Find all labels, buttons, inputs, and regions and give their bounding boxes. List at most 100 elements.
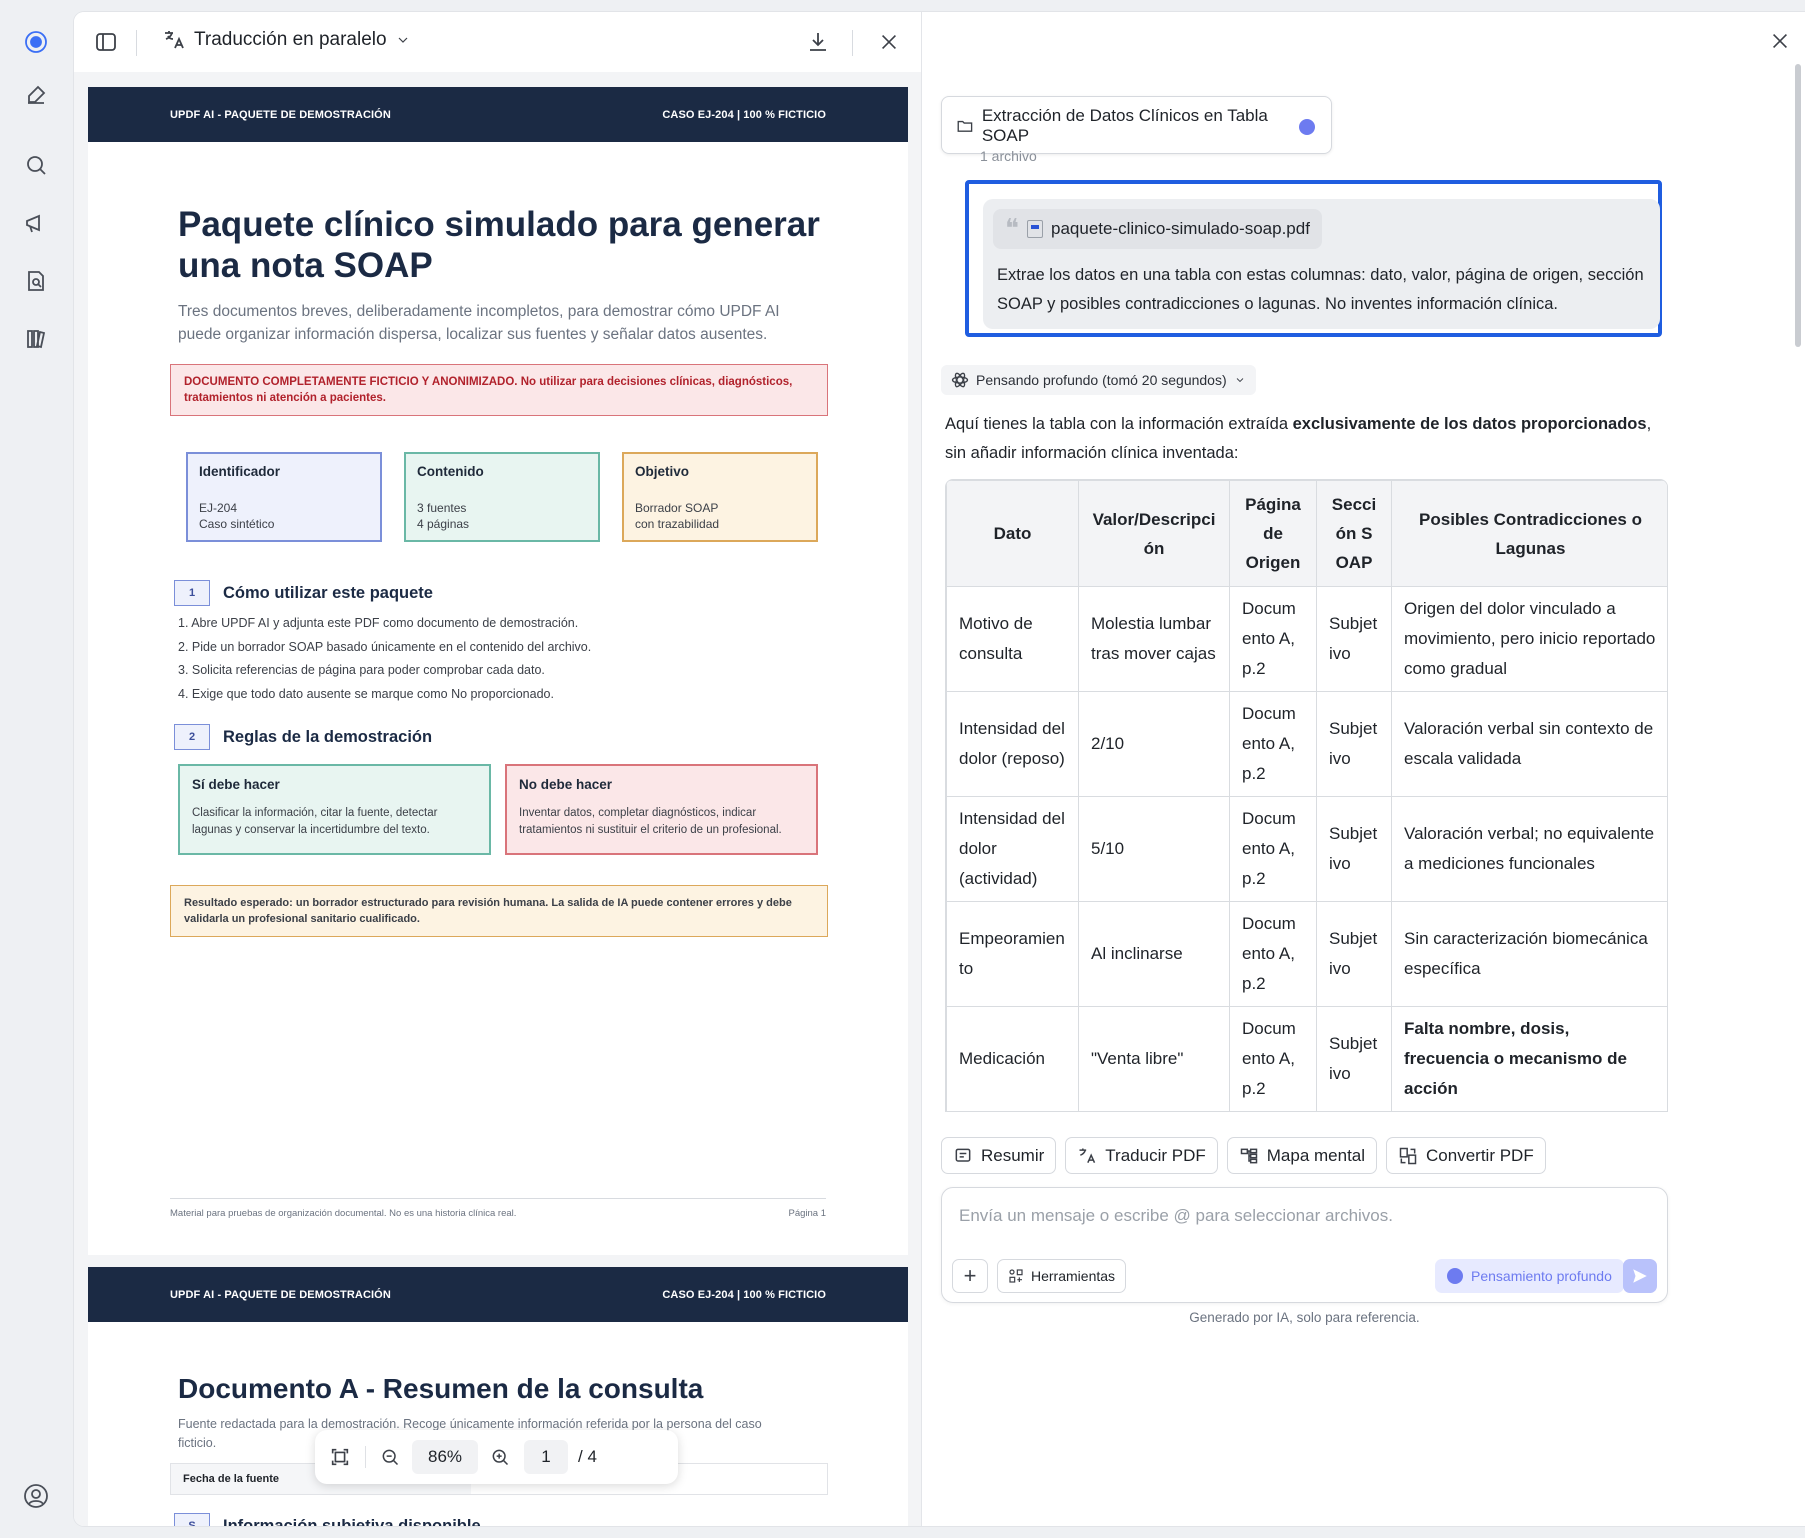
- translate-label: Traducción en paralelo: [194, 29, 387, 50]
- pdf-page-2: UPDF AI - PAQUETE DE DEMOSTRACIÓN CASO E…: [88, 1267, 908, 1526]
- send-icon: [1633, 1269, 1647, 1283]
- library-icon[interactable]: [21, 324, 51, 354]
- translate-dropdown[interactable]: Traducción en paralelo: [162, 28, 411, 52]
- card-contenido: Contenido 3 fuentes 4 páginas: [404, 452, 600, 542]
- sidebar-toggle-icon[interactable]: [94, 30, 120, 56]
- edit-icon[interactable]: [21, 80, 51, 110]
- table-cell: Subjetivo: [1316, 586, 1392, 692]
- action-label: Resumir: [981, 1145, 1045, 1165]
- rules-boxes: Sí debe hacer Clasificar la información,…: [178, 764, 820, 855]
- section-heading: 1 Cómo utilizar este paquete: [174, 580, 908, 606]
- ai-disclaimer: Generado por IA, solo para referencia.: [1189, 1310, 1420, 1325]
- zoom-divider: [365, 1446, 366, 1468]
- table-cell: Documento A, p.2: [1229, 1006, 1317, 1111]
- page-number: Página 1: [788, 1208, 826, 1219]
- table-cell: Documento A, p.2: [1229, 901, 1317, 1007]
- fit-page-icon[interactable]: [329, 1446, 351, 1468]
- zoom-toolbar: 86% 1 / 4: [315, 1430, 678, 1484]
- user-prompt-text: Extrae los datos en una tabla con estas …: [997, 266, 1644, 313]
- action-label: Traducir PDF: [1105, 1145, 1206, 1165]
- add-attachment-button[interactable]: +: [952, 1259, 988, 1293]
- table-cell: Intensidad del dolor (reposo): [946, 691, 1079, 797]
- mind-map-button[interactable]: Mapa mental: [1226, 1137, 1378, 1174]
- section-number: S: [174, 1513, 210, 1526]
- section-heading: S Información subjetiva disponible: [174, 1513, 908, 1526]
- section-title: Cómo utilizar este paquete: [223, 583, 433, 602]
- table-cell: Subjetivo: [1316, 691, 1392, 797]
- message-composer[interactable]: Envía un mensaje o escribe @ para selecc…: [941, 1187, 1668, 1303]
- table-cell: Subjetivo: [1316, 796, 1392, 902]
- page-title: Documento A - Resumen de la consulta: [178, 1373, 704, 1404]
- table-cell: Documento A, p.2: [1229, 586, 1317, 692]
- rule-text: Clasificar la información, citar la fuen…: [192, 807, 438, 836]
- page-header-left: UPDF AI - PAQUETE DE DEMOSTRACIÓN: [170, 1288, 391, 1301]
- table-cell: Falta nombre, dosis, frecuencia o mecani…: [1391, 1006, 1667, 1111]
- table-cell: Intensidad del dolor (actividad): [946, 796, 1079, 902]
- close-pdf-icon[interactable]: [878, 31, 900, 58]
- table-cell: 2/10: [1078, 691, 1230, 797]
- task-title: Extracción de Datos Clínicos en Tabla SO…: [981, 106, 1268, 145]
- user-avatar-icon[interactable]: [21, 1481, 51, 1511]
- table-row: Motivo de consulta Molestia lumbar tras …: [946, 586, 1667, 692]
- page-header-right: CASO EJ-204 | 100 % FICTICIO: [662, 108, 826, 121]
- rule-do-box: Sí debe hacer Clasificar la información,…: [178, 764, 491, 855]
- result-banner: Resultado esperado: un borrador estructu…: [170, 885, 828, 937]
- pdf-viewer-pane: Traducción en paralelo UPDF AI - PAQUETE…: [74, 12, 922, 1526]
- app-logo-icon[interactable]: [21, 27, 51, 57]
- tools-button[interactable]: Herramientas: [997, 1259, 1127, 1293]
- download-icon[interactable]: [806, 30, 830, 59]
- task-subtitle: 1 archivo: [980, 148, 1037, 164]
- zoom-in-icon[interactable]: [490, 1447, 510, 1467]
- card-line: con trazabilidad: [635, 517, 720, 531]
- column-header: Posibles Contradicciones o Lagunas: [1391, 480, 1667, 587]
- card-objetivo: Objetivo Borrador SOAP con trazabilidad: [622, 452, 818, 542]
- toolbar-divider: [852, 30, 853, 56]
- answer-text: Aquí tienes la tabla con la información …: [945, 415, 1293, 433]
- table-cell: Documento A, p.2: [1229, 796, 1317, 902]
- table-cell: Motivo de consulta: [946, 586, 1079, 692]
- section-number: 1: [174, 580, 210, 606]
- table-row: Empeoramiento Al inclinarse Documento A,…: [946, 901, 1667, 1007]
- message-input[interactable]: Envía un mensaje o escribe @ para selecc…: [959, 1206, 1393, 1226]
- rule-title: Sí debe hacer: [192, 777, 280, 792]
- folder-icon: [957, 120, 973, 132]
- search-icon[interactable]: [21, 150, 51, 180]
- scrollbar[interactable]: [1795, 64, 1801, 347]
- close-chat-icon[interactable]: [1769, 30, 1791, 57]
- card-line: 3 fuentes: [417, 501, 467, 515]
- send-button[interactable]: [1623, 1259, 1657, 1293]
- tools-label: Herramientas: [1031, 1268, 1116, 1284]
- table-cell: Subjetivo: [1316, 1006, 1392, 1111]
- ai-chat-pane: Extracción de Datos Clínicos en Tabla SO…: [923, 12, 1805, 1526]
- table-cell: Origen del dolor vinculado a movimiento,…: [1391, 586, 1667, 692]
- page-number-input[interactable]: 1: [524, 1440, 568, 1474]
- zoom-level[interactable]: 86%: [412, 1440, 478, 1474]
- zoom-out-icon[interactable]: [380, 1447, 400, 1467]
- table-cell: 5/10: [1078, 796, 1230, 902]
- attached-file-chip[interactable]: ❝ paquete-clinico-simulado-soap.pdf: [993, 209, 1322, 249]
- summarize-icon: [955, 1148, 971, 1162]
- document-search-icon[interactable]: [21, 266, 51, 296]
- thinking-toggle[interactable]: Pensando profundo (tomó 20 segundos): [941, 365, 1256, 395]
- chevron-down-icon: [398, 37, 408, 43]
- summarize-button[interactable]: Resumir: [941, 1137, 1057, 1174]
- card-title: Identificador: [199, 464, 281, 479]
- table-cell: Sin caracterización biomecánica específi…: [1391, 901, 1667, 1007]
- card-identificador: Identificador EJ-204 Caso sintético: [186, 452, 382, 542]
- convert-pdf-button[interactable]: Convertir PDF: [1386, 1137, 1546, 1174]
- translate-pdf-button[interactable]: Traducir PDF: [1065, 1137, 1218, 1174]
- table-row: Intensidad del dolor (reposo) 2/10 Docum…: [946, 691, 1667, 797]
- task-card[interactable]: Extracción de Datos Clínicos en Tabla SO…: [941, 96, 1332, 164]
- steps-list: 1. Abre UPDF AI y adjunta este PDF como …: [178, 612, 908, 706]
- megaphone-icon[interactable]: [21, 208, 51, 238]
- toolbar-divider: [136, 30, 137, 56]
- list-item: 4. Exige que todo dato ausente se marque…: [178, 686, 554, 701]
- list-item: 2. Pide un borrador SOAP basado únicamen…: [178, 639, 592, 654]
- chevron-down-icon: [1236, 378, 1243, 383]
- deep-thinking-toggle[interactable]: Pensamiento profundo: [1435, 1259, 1624, 1293]
- page-title: Paquete clínico simulado para generar un…: [178, 205, 820, 285]
- ai-answer-intro: Aquí tienes la tabla con la información …: [945, 410, 1665, 468]
- card-line: Caso sintético: [199, 517, 275, 531]
- answer-emphasis: exclusivamente de los datos proporcionad…: [1292, 415, 1647, 433]
- soap-table: Dato Valor/Descripción Página de Origen …: [946, 480, 1667, 1111]
